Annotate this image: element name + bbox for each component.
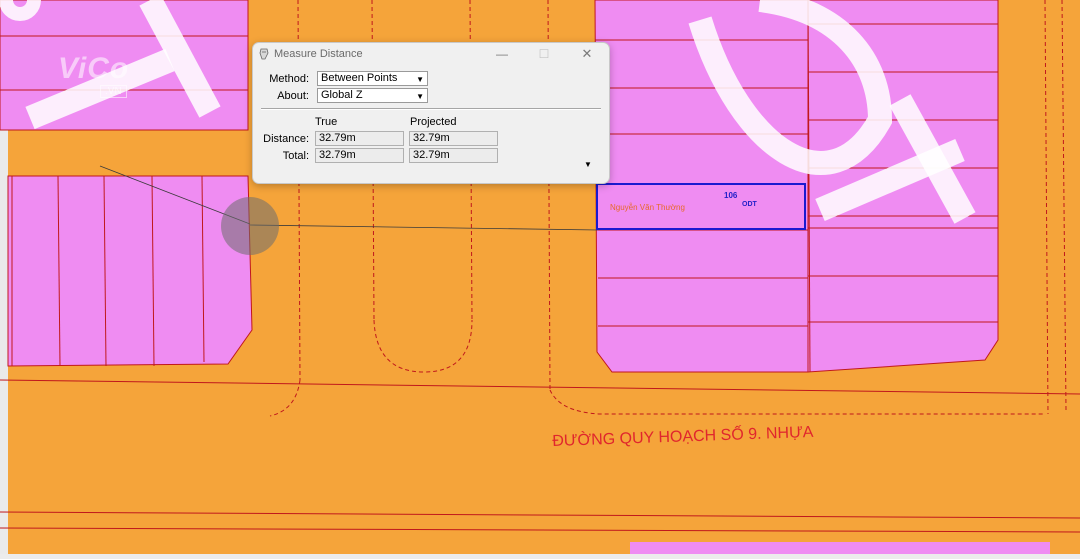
total-true-field[interactable]: 32.79m <box>315 148 404 163</box>
measure-distance-dialog: Measure Distance — ☐ ✕ Method: Between P… <box>252 42 610 184</box>
maximize-button[interactable]: ☐ <box>533 45 555 63</box>
minimize-button[interactable]: — <box>491 45 513 63</box>
distance-true-field[interactable]: 32.79m <box>315 131 404 146</box>
lot-owner-label: Nguyễn Văn Thường <box>610 203 685 212</box>
close-button[interactable]: ✕ <box>576 45 598 63</box>
watermark-logo: ViCo <box>58 52 130 85</box>
cursor-indicator <box>221 197 279 255</box>
distance-label: Distance: <box>263 133 309 145</box>
about-value: Global Z <box>321 89 363 101</box>
about-dropdown[interactable]: Global Z ▼ <box>317 88 428 103</box>
watermark-domain: .VN <box>100 85 127 98</box>
projected-column-header: Projected <box>410 116 457 128</box>
total-projected-field[interactable]: 32.79m <box>409 148 498 163</box>
distance-projected-field[interactable]: 32.79m <box>409 131 498 146</box>
chevron-down-icon: ▼ <box>416 75 424 84</box>
true-column-header: True <box>315 116 338 128</box>
lot-number-label: 106 <box>724 191 738 200</box>
lot-code-label: ODT <box>742 201 757 208</box>
total-label: Total: <box>282 150 309 162</box>
measure-tool-icon <box>259 48 269 60</box>
method-dropdown[interactable]: Between Points ▼ <box>317 71 428 86</box>
dialog-separator <box>261 108 601 110</box>
chevron-down-icon: ▼ <box>416 92 424 101</box>
method-value: Between Points <box>321 72 398 84</box>
dialog-titlebar[interactable]: Measure Distance — ☐ ✕ <box>253 43 609 65</box>
about-label: About: <box>277 90 309 102</box>
method-label: Method: <box>269 73 309 85</box>
expand-icon[interactable]: ▼ <box>584 160 592 169</box>
dialog-title: Measure Distance <box>274 48 363 60</box>
selected-lot[interactable]: Nguyễn Văn Thường 106 ODT <box>596 183 806 230</box>
